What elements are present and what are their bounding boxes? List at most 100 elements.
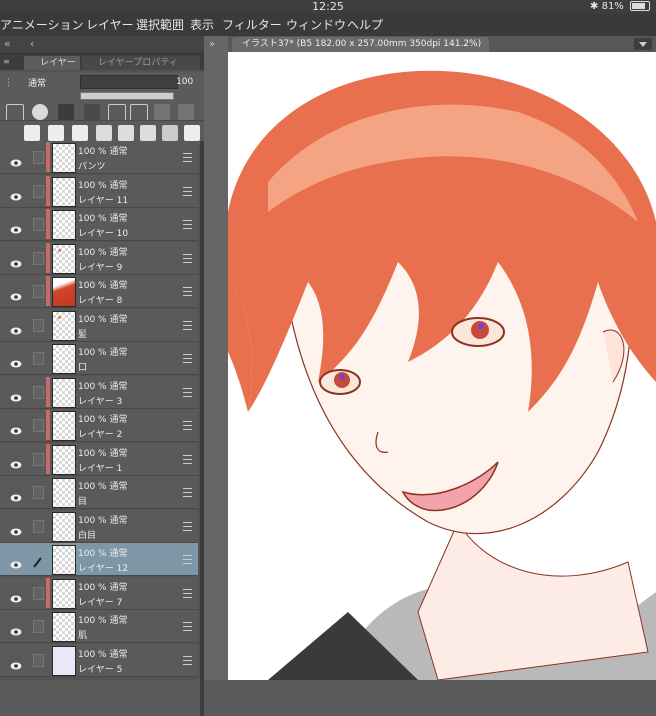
apply-mask-icon[interactable] [162, 125, 178, 141]
eye-icon[interactable] [10, 420, 22, 435]
menu-window[interactable]: ウィンドウ [286, 14, 346, 36]
lock-toggle[interactable] [33, 218, 44, 231]
chevron-left-icon[interactable]: ‹ [30, 37, 34, 50]
layer-menu-icon[interactable] [183, 287, 192, 296]
layer-menu-icon[interactable] [183, 622, 192, 631]
mask-icon[interactable] [140, 125, 156, 141]
lock-toggle[interactable] [33, 620, 44, 633]
layer-row[interactable]: 100 % 通常目 [0, 476, 198, 509]
new-raster-layer-icon[interactable] [24, 125, 40, 141]
lock-toggle[interactable] [33, 385, 44, 399]
eye-icon[interactable] [10, 454, 22, 468]
layer-menu-icon[interactable] [183, 320, 192, 330]
menu-help[interactable]: ヘルプ [347, 14, 383, 36]
lock-toggle[interactable] [33, 653, 44, 667]
layer-menu-icon[interactable] [183, 153, 192, 162]
expand-right-icon[interactable]: » [209, 39, 215, 50]
tab-layer-property[interactable]: レイヤープロパティ [82, 56, 200, 70]
blend-mode-select[interactable]: 通常 [28, 76, 66, 89]
eye-icon[interactable] [10, 219, 22, 234]
layer-row[interactable]: 100 % 通常 レイヤー 11 [0, 174, 198, 208]
layer-row[interactable]: 100 % 通常 レイヤー 10 [0, 208, 198, 241]
new-vector-layer-icon[interactable] [48, 125, 64, 141]
combine-down-icon[interactable] [118, 125, 134, 141]
lock-toggle[interactable] [33, 586, 44, 600]
layer-color-bar [46, 276, 50, 306]
layer-row[interactable]: 100 % 通常 レイヤー 1 [0, 442, 198, 476]
eye-icon[interactable] [10, 253, 22, 267]
eye-icon[interactable] [10, 152, 22, 167]
menu-animation[interactable]: アニメーション [0, 14, 84, 36]
layer-menu-icon[interactable] [183, 186, 192, 196]
layer-menu-icon[interactable] [183, 555, 192, 564]
layer-menu-icon[interactable] [183, 588, 192, 598]
menu-filter[interactable]: フィルター [222, 14, 282, 36]
transfer-down-icon[interactable] [96, 125, 112, 141]
trash-icon[interactable] [184, 125, 200, 141]
layer-row[interactable]: 100 % 通常 レイヤー 8 [0, 275, 198, 308]
layer-row[interactable]: 100 % 通常 白目 [0, 509, 198, 543]
layer-name: レイヤー 3 [78, 396, 123, 407]
eye-icon[interactable] [10, 554, 22, 569]
reference-icon[interactable] [178, 104, 194, 120]
layer-row[interactable]: 100 % 通常 レイヤー 3 [0, 375, 198, 409]
layer-row[interactable]: 100 % 通常髪 [0, 308, 198, 342]
panel-grip-icon[interactable]: ≡ [3, 57, 10, 66]
layer-row[interactable]: 100 % 通常 レイヤー 5 [0, 643, 198, 677]
layer-row[interactable]: 100 % 通常 レイヤー 9 [0, 241, 198, 275]
layer-row[interactable]: 100 % 通常口 [0, 342, 198, 375]
layer-row[interactable]: 100 % 通常 レイヤー 7 [0, 576, 198, 610]
chevron-down-icon[interactable] [634, 38, 652, 50]
eye-icon[interactable] [10, 621, 22, 636]
layer-menu-icon[interactable] [183, 253, 192, 263]
pen-icon[interactable] [84, 104, 100, 120]
lock-toggle[interactable] [33, 251, 44, 265]
menu-view[interactable]: 表示 [190, 14, 214, 36]
layer-menu-icon[interactable] [183, 387, 192, 397]
layer-row[interactable]: 100 % 通常肌 [0, 610, 198, 643]
lock-toggle[interactable] [33, 486, 44, 499]
lock-toggle[interactable] [33, 184, 44, 198]
opacity-slider[interactable] [80, 92, 174, 100]
eye-icon[interactable] [10, 186, 22, 200]
eye-icon[interactable] [10, 655, 22, 669]
lock-toggle[interactable] [33, 285, 44, 298]
ellipse-icon[interactable] [32, 104, 48, 120]
document-tab[interactable]: イラスト37* (B5 182.00 x 257.00mm 350dpi 141… [232, 37, 490, 52]
eye-icon[interactable] [10, 320, 22, 334]
layer-row[interactable]: 100 % 通常 パンツ [0, 141, 198, 174]
collapse-left-icon[interactable]: « [4, 37, 11, 50]
eye-icon[interactable] [10, 487, 22, 502]
layer-menu-icon[interactable] [183, 454, 192, 464]
layer-row[interactable]: 100 % 通常 レイヤー 2 [0, 409, 198, 442]
clip-icon[interactable] [154, 104, 170, 120]
pin-icon[interactable] [58, 104, 74, 120]
tab-layer[interactable]: レイヤー [24, 56, 80, 70]
layer-menu-icon[interactable] [183, 521, 192, 531]
eye-icon[interactable] [10, 387, 22, 401]
pen-icon[interactable] [33, 553, 42, 568]
right-pupil-highlight [478, 323, 484, 329]
lock-toggle[interactable] [33, 419, 44, 432]
eye-icon[interactable] [10, 521, 22, 535]
lock-toggle[interactable] [33, 318, 44, 332]
lock-toggle[interactable] [33, 151, 44, 164]
eye-icon[interactable] [10, 353, 22, 368]
layer-menu-icon[interactable] [183, 220, 192, 229]
new-folder-icon[interactable] [72, 125, 88, 141]
blend-mode-dropdown[interactable] [80, 75, 178, 89]
layer-row[interactable]: 100 % 通常 レイヤー 12 [0, 543, 198, 576]
menu-selection[interactable]: 選択範囲 [136, 14, 184, 36]
lock-toggle[interactable] [33, 452, 44, 466]
lock-toggle[interactable] [33, 352, 44, 365]
canvas[interactable] [228, 52, 656, 680]
eye-icon[interactable] [10, 588, 22, 602]
lock-toggle[interactable] [33, 519, 44, 533]
layer-menu-icon[interactable] [183, 655, 192, 665]
layer-menu-icon[interactable] [183, 354, 192, 363]
eye-icon[interactable] [10, 286, 22, 301]
layer-menu-icon[interactable] [183, 488, 192, 497]
layer-menu-icon[interactable] [183, 421, 192, 430]
menu-layer[interactable]: レイヤー [86, 14, 134, 36]
layer-color-bar [46, 410, 50, 440]
